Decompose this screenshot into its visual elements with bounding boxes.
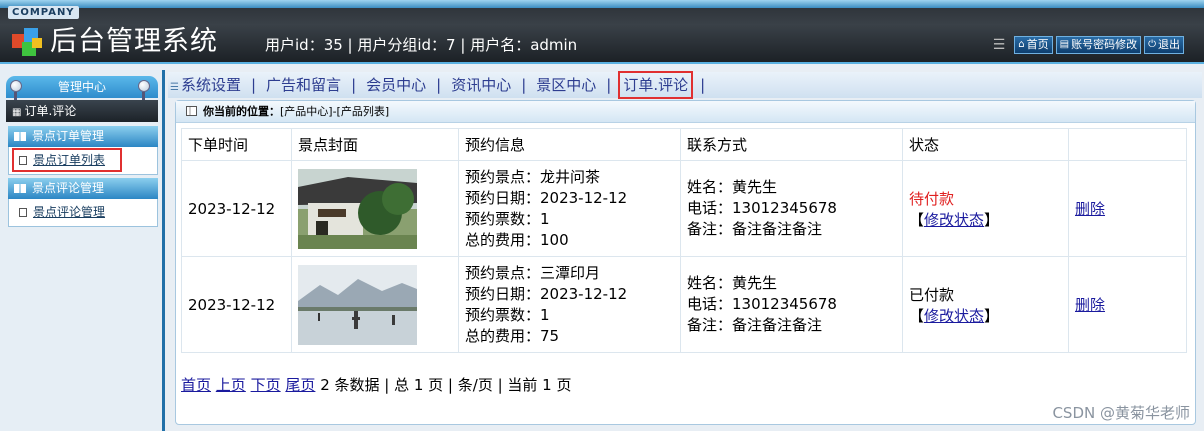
header-bar: COMPANY 后台管理系统 用户id：35 | 用户分组id：7 | 用户名：…	[0, 0, 1204, 64]
header-top-strip	[0, 0, 1204, 8]
table-row: 2023-12-12 预约景点：三潭印月 预约日期：2023-12-12 预约票…	[181, 256, 1187, 353]
col-cover: 景点封面	[291, 128, 459, 161]
nav-orders-comments[interactable]: 订单.评论	[618, 71, 694, 99]
table-row: 2023-12-12 预约景点：龙井问茶 预约日期：2023-12-12 预约票…	[181, 160, 1187, 257]
nav-member-center[interactable]: 会员中心	[364, 72, 428, 98]
nav-ads-messages[interactable]: 广告和留言	[264, 72, 343, 98]
col-booking-info: 预约信息	[458, 128, 681, 161]
booking-fee: 总的费用：100	[465, 230, 569, 249]
status-text: 已付款	[909, 285, 955, 304]
main-panel: 你当前的位置：[产品中心]-[产品列表] 下单时间 景点封面 预约信息 联系方式…	[175, 100, 1196, 425]
nav-scenic-center[interactable]: 景区中心	[534, 72, 598, 98]
modify-status-link[interactable]: 修改状态	[924, 211, 984, 229]
booking-spot: 预约景点：龙井问茶	[465, 167, 601, 186]
delete-link[interactable]: 删除	[1075, 200, 1105, 218]
contact-note: 备注：备注备注备注	[687, 220, 823, 238]
sidebar-title: 管理中心	[6, 76, 158, 98]
sidebar-item-order-list[interactable]: 景点订单列表	[12, 148, 122, 172]
pagination-summary: 2 条数据 | 总 1 页 | 条/页 | 当前 1 页	[320, 376, 572, 394]
col-actions	[1068, 128, 1187, 161]
order-table: 下单时间 景点封面 预约信息 联系方式 状态 2023-12-12 预约景点：龙…	[181, 128, 1187, 353]
scenic-cover-image	[298, 264, 417, 345]
col-status: 状态	[902, 128, 1069, 161]
order-date: 2023-12-12	[181, 256, 292, 353]
status-cell: 待付款 【修改状态】	[902, 160, 1069, 257]
watermark: CSDN @黄菊华老师	[1052, 404, 1190, 422]
next-page-link[interactable]: 下页	[251, 376, 281, 394]
top-navigation: ☰ 系统设置 | 广告和留言 | 会员中心 | 资讯中心 | 景区中心 | 订单.评论 |	[168, 71, 1202, 99]
col-contact: 联系方式	[680, 128, 903, 161]
user-info: 用户id：35 | 用户分组id：7 | 用户名：admin	[265, 36, 578, 54]
nav-system-settings[interactable]: 系统设置	[179, 72, 243, 98]
contact-info: 姓名：黄先生 电话：13012345678 备注：备注备注备注	[680, 256, 903, 353]
contact-info: 姓名：黄先生 电话：13012345678 备注：备注备注备注	[680, 160, 903, 257]
power-icon: ⏻	[1148, 39, 1156, 50]
contact-name: 姓名：黄先生	[687, 178, 778, 196]
scenic-cover-image	[298, 168, 417, 249]
first-page-link[interactable]: 首页	[181, 376, 211, 394]
account-password-link[interactable]: ▤ 账号密码修改	[1055, 36, 1142, 54]
doc-icon	[19, 156, 27, 165]
col-order-time: 下单时间	[181, 128, 292, 161]
system-title: 后台管理系统	[50, 26, 218, 57]
nav-bars-icon: ☰	[170, 82, 179, 93]
location-icon	[186, 106, 197, 116]
status-text: 待付款	[909, 189, 955, 208]
pagination: 首页 上页 下页 尾页 2 条数据 | 总 1 页 | 条/页 | 当前 1 页	[181, 374, 571, 395]
doc-icon	[19, 208, 27, 217]
delete-link[interactable]: 删除	[1075, 296, 1105, 314]
header-links: ☰ ⌂ 首页 ▤ 账号密码修改 ⏻ 退出	[993, 36, 1184, 54]
book-icon	[14, 132, 26, 141]
booking-date: 预约日期：2023-12-12	[465, 284, 628, 303]
booking-tickets: 预约票数：1	[465, 305, 550, 324]
grid-icon: ▦	[12, 107, 22, 118]
sidebar-group-comment[interactable]: 景点评论管理	[8, 178, 158, 199]
sidebar-group-order[interactable]: 景点订单管理	[8, 126, 158, 147]
contact-name: 姓名：黄先生	[687, 274, 778, 292]
pin-icon	[138, 80, 150, 102]
contact-note: 备注：备注备注备注	[687, 316, 823, 334]
order-date: 2023-12-12	[181, 160, 292, 257]
last-page-link[interactable]: 尾页	[285, 376, 315, 394]
company-badge: COMPANY	[8, 6, 79, 19]
booking-date: 预约日期：2023-12-12	[465, 188, 628, 207]
sidebar-group-order-body: 景点订单列表	[8, 147, 158, 175]
home-link[interactable]: ⌂ 首页	[1014, 36, 1053, 54]
booking-fee: 总的费用：75	[465, 326, 560, 345]
nav-news-center[interactable]: 资讯中心	[449, 72, 513, 98]
booking-info: 预约景点：三潭印月 预约日期：2023-12-12 预约票数：1 总的费用：75	[458, 256, 681, 353]
action-cell: 删除	[1068, 256, 1187, 353]
breadcrumb: 你当前的位置：[产品中心]-[产品列表]	[176, 101, 1195, 123]
sidebar-item-comment-manage[interactable]: 景点评论管理	[13, 201, 153, 223]
contact-phone: 电话：13012345678	[687, 295, 837, 313]
book-icon	[14, 184, 26, 193]
account-icon: ▤	[1059, 39, 1070, 50]
menu-icon: ☰	[992, 37, 1006, 53]
cover-cell	[291, 160, 459, 257]
booking-info: 预约景点：龙井问茶 预约日期：2023-12-12 预约票数：1 总的费用：10…	[458, 160, 681, 257]
action-cell: 删除	[1068, 160, 1187, 257]
sidebar: 管理中心 ▦ 订单.评论 景点订单管理 景点订单列表 景点评论管理 景点评论管理	[0, 70, 165, 431]
booking-spot: 预约景点：三潭印月	[465, 263, 601, 282]
sidebar-group-comment-body: 景点评论管理	[8, 199, 158, 227]
cover-cell	[291, 256, 459, 353]
table-header-row: 下单时间 景点封面 预约信息 联系方式 状态	[181, 128, 1187, 161]
prev-page-link[interactable]: 上页	[216, 376, 246, 394]
booking-tickets: 预约票数：1	[465, 209, 550, 228]
status-cell: 已付款 【修改状态】	[902, 256, 1069, 353]
pin-icon	[10, 80, 22, 102]
contact-phone: 电话：13012345678	[687, 199, 837, 217]
cube-logo-icon	[12, 28, 42, 56]
home-icon: ⌂	[1018, 39, 1025, 50]
logout-link[interactable]: ⏻ 退出	[1144, 36, 1184, 54]
sidebar-current-section: ▦ 订单.评论	[6, 100, 158, 122]
modify-status-link[interactable]: 修改状态	[924, 307, 984, 325]
